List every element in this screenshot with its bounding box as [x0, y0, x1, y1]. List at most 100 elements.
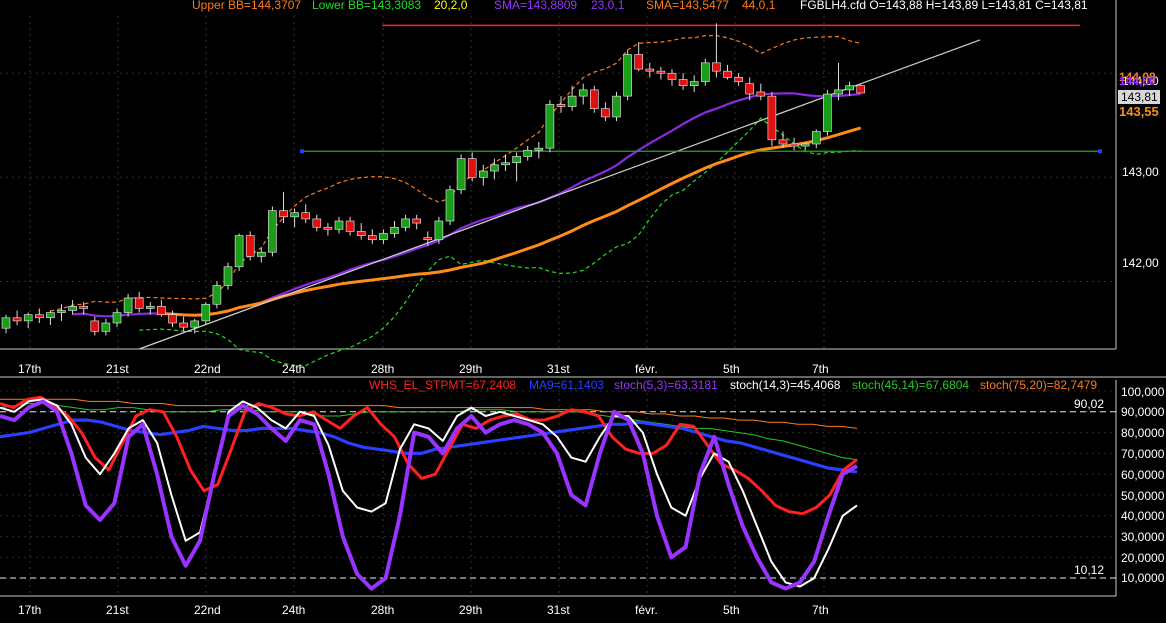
candle-body: [12, 317, 22, 322]
legend-bb-params: 20,2,0: [434, 0, 468, 12]
date-label: 21st: [106, 603, 129, 617]
candle-body: [723, 70, 732, 78]
candle-body: [390, 226, 399, 234]
candle-body: [334, 220, 344, 230]
date-label: 24th: [282, 603, 305, 617]
candle-body: [811, 131, 821, 145]
candle-body: [601, 108, 610, 118]
candle-body: [279, 210, 288, 218]
candle-body: [645, 68, 655, 72]
price-label-142: 142,00: [1122, 256, 1159, 270]
indicator-pane: WHS_EL_STPMT=67,2408 MA9=61,1403 stoch(5…: [0, 378, 1117, 597]
price-tag-sma: 144,00: [1119, 74, 1156, 88]
date-label: 5th: [723, 362, 740, 376]
date-label: 7th: [812, 603, 829, 617]
candle-body: [778, 139, 788, 145]
date-label: févr.: [635, 362, 658, 376]
date-label: 22nd: [194, 603, 221, 617]
candle-body: [589, 89, 599, 109]
candle-body: [412, 218, 422, 224]
candle-body: [756, 91, 766, 97]
price-pane: [0, 0, 1117, 367]
candle-body: [556, 104, 566, 107]
candle-body: [245, 235, 255, 257]
candle-body: [323, 226, 333, 230]
candle-body: [456, 158, 466, 191]
candle-body: [68, 306, 77, 311]
level-lower-label: 10,12: [1074, 563, 1104, 577]
legend-quote: FGBLH4.cfd O=143,88 H=143,89 L=143,81 C=…: [800, 0, 1088, 12]
candle-body: [46, 312, 55, 319]
legend-ma9: MA9=61,1403: [529, 378, 604, 392]
candle-body: [223, 266, 233, 286]
candle-body: [290, 212, 299, 218]
ind-axis-label: 50,0000: [1121, 489, 1165, 503]
ind-axis-label: 80,0000: [1121, 426, 1165, 440]
date-label: 17th: [18, 603, 41, 617]
candle-body: [467, 158, 477, 178]
date-label: 29th: [459, 603, 482, 617]
candle-body: [268, 210, 277, 253]
indicator-legend: WHS_EL_STPMT=67,2408 MA9=61,1403 stoch(5…: [369, 378, 1097, 392]
ind-axis-label: 10,0000: [1121, 571, 1165, 585]
candle-body: [234, 235, 244, 268]
candle-body: [190, 320, 199, 328]
candle-body: [379, 233, 388, 241]
date-label: 31st: [547, 362, 570, 376]
candle-body: [201, 303, 211, 322]
candle-body: [512, 156, 521, 164]
ind-axis-label: 90,0000: [1121, 405, 1165, 419]
legend-sma-slow-params: 44,0,1: [742, 0, 776, 12]
date-axis-lower: 17th 21st 22nd 24th 28th 29th 31st févr.…: [18, 603, 829, 617]
candle-body: [667, 72, 677, 80]
candle-body: [423, 237, 433, 241]
candle-body: [678, 79, 688, 87]
candle-body: [212, 285, 222, 305]
date-label: 31st: [547, 603, 570, 617]
price-tag-close: 143,81: [1121, 90, 1158, 104]
candle-body: [578, 89, 588, 97]
indicator-gridlines: [0, 381, 1116, 596]
date-label: 22nd: [194, 362, 221, 376]
legend-stoch-5-3: stoch(5,3)=63,3181: [614, 378, 718, 392]
candle-body: [789, 143, 799, 147]
price-axis: 144,00 143,00 142,00 144,08 144,00 143,8…: [1118, 70, 1160, 270]
candle-body: [345, 220, 355, 232]
date-label: 29th: [459, 362, 482, 376]
legend-sma-fast-params: 23,0,1: [591, 0, 625, 12]
candle-body: [712, 62, 721, 72]
date-label: 5th: [723, 603, 740, 617]
candle-body: [312, 218, 322, 228]
candle-body: [79, 306, 88, 309]
candle-body: [168, 314, 177, 324]
ind-axis-label: 100,000: [1121, 385, 1165, 399]
price-tag-sma-slow: 143,55: [1119, 104, 1159, 119]
candle-body: [523, 149, 533, 157]
candle-body: [834, 89, 843, 95]
date-label: févr.: [635, 603, 658, 617]
date-axis-upper: 17th 21st 22nd 24th 28th 29th 31st févr.…: [18, 362, 829, 376]
date-label: 17th: [18, 362, 41, 376]
level-upper-label: 90,02: [1074, 397, 1104, 411]
candle-body: [1, 317, 11, 329]
candle-body: [356, 231, 366, 236]
date-label: 28th: [371, 362, 394, 376]
candle-body: [157, 306, 166, 315]
ind-axis-label: 30,0000: [1121, 530, 1165, 544]
legend-upper-bb: Upper BB=144,3707: [192, 0, 301, 12]
candle-body: [545, 104, 555, 149]
candle-body: [490, 164, 499, 172]
price-label-143: 143,00: [1122, 165, 1159, 179]
ind-axis-label: 20,0000: [1121, 551, 1165, 565]
chart-canvas: Upper BB=144,3707 Lower BB=143,3083 20,2…: [0, 0, 1166, 617]
legend-whs: WHS_EL_STPMT=67,2408: [369, 378, 516, 392]
candle-body: [101, 322, 111, 332]
candle-body: [256, 251, 266, 257]
price-gridlines: [0, 16, 1116, 349]
candle-body: [367, 235, 377, 241]
candle-body: [501, 162, 510, 166]
candle-body: [800, 143, 810, 147]
date-label: 24th: [282, 362, 305, 376]
candle-body: [123, 297, 133, 313]
candle-body: [434, 220, 444, 241]
